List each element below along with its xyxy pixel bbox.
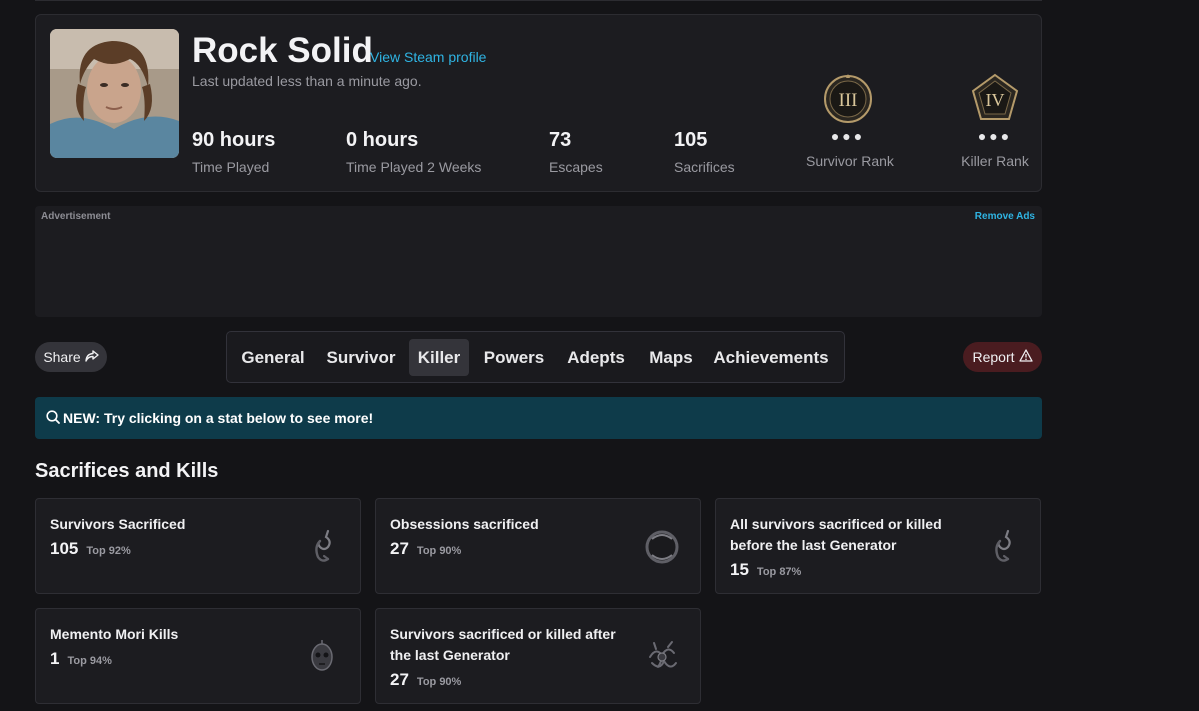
card-title: All survivors sacrificed or killed befor… bbox=[730, 516, 942, 553]
advertisement-label: Advertisement bbox=[41, 211, 111, 222]
stat-sacrifices: 105 Sacrifices bbox=[674, 129, 735, 175]
hook-icon bbox=[982, 527, 1022, 567]
card-value: 15 bbox=[730, 560, 749, 579]
report-label: Report bbox=[972, 349, 1015, 365]
tab-powers[interactable]: Powers bbox=[477, 339, 551, 376]
survivor-rank: III ●●● Survivor Rank bbox=[806, 73, 894, 169]
stat-value: 90 hours bbox=[192, 129, 276, 151]
stat-value: 105 bbox=[674, 129, 708, 151]
card-title: Survivors sacrificed or killed after the… bbox=[390, 626, 616, 663]
advertisement-box: Advertisement Remove Ads bbox=[35, 206, 1042, 317]
card-percentile: Top 90% bbox=[416, 676, 462, 688]
profile-card: Rock Solid View Steam profile Last updat… bbox=[35, 14, 1042, 192]
killer-rank-label: Killer Rank bbox=[961, 153, 1029, 169]
card-value: 27 bbox=[390, 539, 409, 558]
stat-card-obsessions-sacrificed[interactable]: Obsessions sacrificed 27 Top 90% bbox=[375, 498, 701, 594]
stat-label: Time Played bbox=[192, 159, 270, 175]
banner-text: NEW: Try clicking on a stat below to see… bbox=[63, 410, 374, 426]
stat-value: 0 hours bbox=[346, 129, 419, 151]
share-button[interactable]: Share bbox=[35, 342, 107, 372]
card-value-row: 1 Top 94% bbox=[50, 649, 112, 669]
info-banner: NEW: Try clicking on a stat below to see… bbox=[35, 397, 1042, 439]
killer-rank-pips: ●●● bbox=[977, 128, 1013, 144]
card-title: Memento Mori Kills bbox=[50, 626, 179, 642]
tab-survivor[interactable]: Survivor bbox=[319, 339, 403, 376]
share-label: Share bbox=[43, 349, 81, 365]
card-title: Survivors Sacrificed bbox=[50, 516, 186, 532]
tab-adepts[interactable]: Adepts bbox=[560, 339, 632, 376]
stat-card-all-sacrificed-before-last-generator[interactable]: All survivors sacrificed or killed befor… bbox=[715, 498, 1041, 594]
card-percentile: Top 87% bbox=[756, 566, 802, 578]
stat-card-survivors-sacrificed[interactable]: Survivors Sacrificed 105 Top 92% bbox=[35, 498, 361, 594]
stat-label: Escapes bbox=[549, 159, 603, 175]
card-percentile: Top 90% bbox=[416, 545, 462, 557]
stat-time-played-2-weeks: 0 hours Time Played 2 Weeks bbox=[346, 129, 481, 175]
svg-text:III: III bbox=[839, 90, 858, 111]
card-value-row: 105 Top 92% bbox=[50, 539, 131, 559]
share-arrow-icon bbox=[84, 349, 99, 365]
search-icon bbox=[45, 409, 61, 428]
card-percentile: Top 94% bbox=[67, 655, 112, 667]
entity-icon bbox=[642, 637, 682, 677]
avatar bbox=[50, 29, 179, 158]
stat-time-played: 90 hours Time Played bbox=[192, 129, 275, 175]
tab-achievements[interactable]: Achievements bbox=[710, 339, 832, 376]
card-value: 27 bbox=[390, 670, 409, 689]
skull-icon bbox=[302, 637, 342, 677]
top-divider bbox=[35, 0, 1042, 1]
tab-killer[interactable]: Killer bbox=[409, 339, 469, 376]
profile-tabs: General Survivor Killer Powers Adepts Ma… bbox=[226, 331, 845, 383]
card-value-row: 27 Top 90% bbox=[390, 539, 461, 559]
last-updated-text: Last updated less than a minute ago. bbox=[192, 73, 422, 89]
warning-triangle-icon bbox=[1018, 349, 1033, 365]
stat-label: Sacrifices bbox=[674, 159, 735, 175]
card-value: 1 bbox=[50, 649, 60, 668]
steam-profile-link[interactable]: View Steam profile bbox=[370, 49, 486, 65]
survivor-rank-pips: ●●● bbox=[830, 128, 866, 144]
stat-card-memento-mori-kills[interactable]: Memento Mori Kills 1 Top 94% bbox=[35, 608, 361, 704]
killer-rank: IV ●●● Killer Rank bbox=[956, 73, 1034, 169]
obsession-icon bbox=[642, 527, 682, 567]
tab-general[interactable]: General bbox=[234, 339, 312, 376]
svg-text:IV: IV bbox=[986, 90, 1005, 110]
card-percentile: Top 92% bbox=[86, 545, 131, 557]
report-button[interactable]: Report bbox=[963, 342, 1042, 372]
card-value-row: 27 Top 90% bbox=[390, 670, 461, 690]
player-name: Rock Solid bbox=[192, 31, 373, 70]
hook-icon bbox=[302, 527, 342, 567]
remove-ads-link[interactable]: Remove Ads bbox=[975, 211, 1035, 222]
tab-maps[interactable]: Maps bbox=[641, 339, 701, 376]
section-title: Sacrifices and Kills bbox=[35, 460, 219, 482]
stat-label: Time Played 2 Weeks bbox=[346, 159, 482, 175]
stat-escapes: 73 Escapes bbox=[549, 129, 603, 175]
survivor-rank-emblem-icon: III bbox=[823, 73, 873, 125]
stat-card-sacrificed-after-last-generator[interactable]: Survivors sacrificed or killed after the… bbox=[375, 608, 701, 704]
card-title: Obsessions sacrificed bbox=[390, 516, 539, 532]
card-value: 105 bbox=[50, 539, 79, 558]
stat-value: 73 bbox=[549, 129, 572, 151]
card-value-row: 15 Top 87% bbox=[730, 560, 801, 580]
survivor-rank-label: Survivor Rank bbox=[806, 153, 894, 169]
killer-rank-emblem-icon: IV bbox=[970, 73, 1020, 125]
